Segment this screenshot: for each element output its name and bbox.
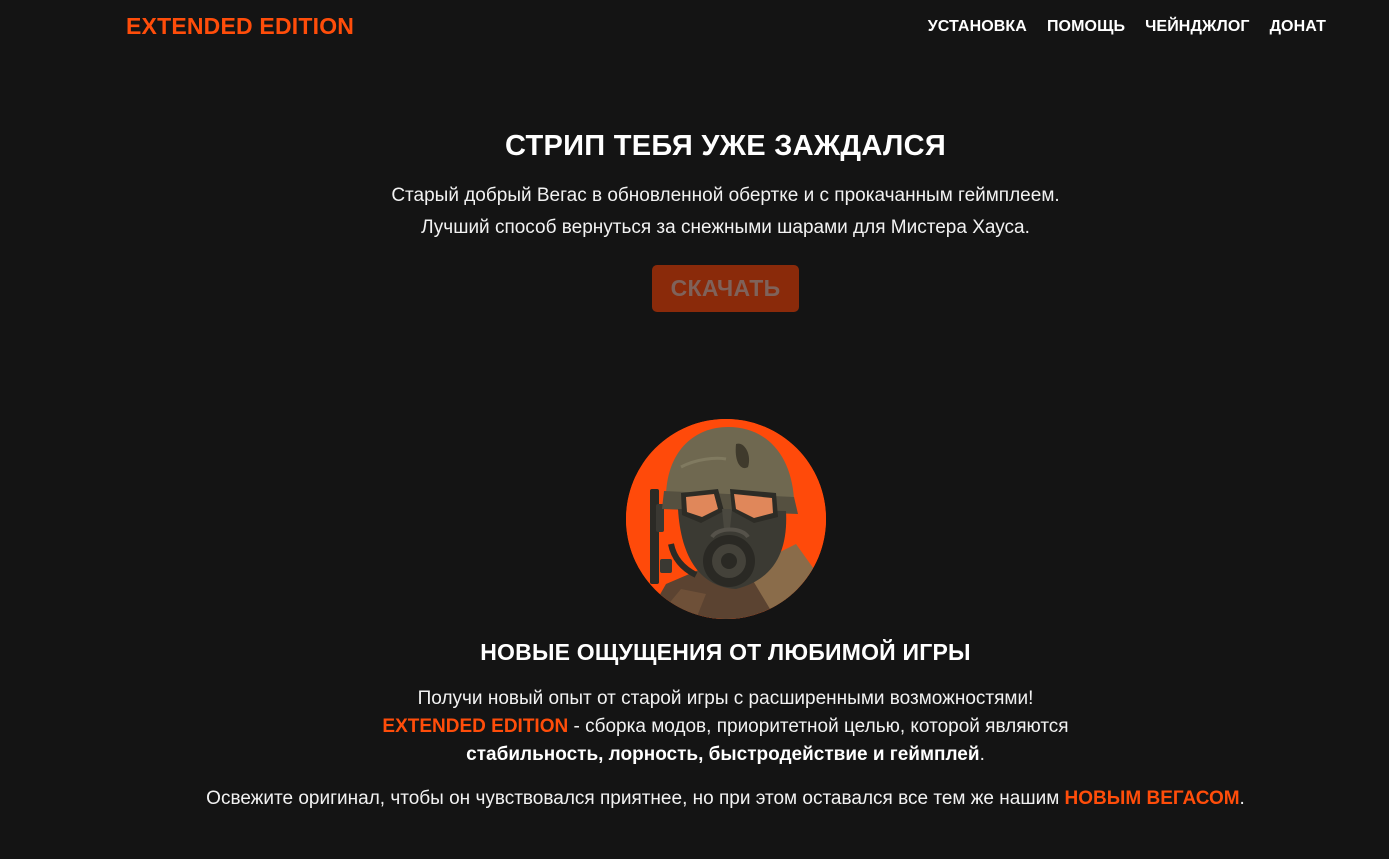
feature-line-2-text: - сборка модов, приоритетной целью, кото…	[568, 716, 1069, 737]
page: EXTENDED EDITION УСТАНОВКА ПОМОЩЬ ЧЕЙНДЖ…	[0, 0, 1389, 859]
feature-line-3-end: .	[979, 744, 985, 765]
hero-subtitle: Старый добрый Вегас в обновленной обертк…	[62, 180, 1389, 244]
site-logo[interactable]: EXTENDED EDITION	[126, 13, 354, 40]
feature-title: НОВЫЕ ОЩУЩЕНИЯ ОТ ЛЮБИМОЙ ИГРЫ	[480, 639, 971, 665]
feature-accent-name: EXTENDED EDITION	[382, 716, 569, 737]
feature-closing-end: .	[1239, 788, 1245, 809]
top-navigation-bar: EXTENDED EDITION УСТАНОВКА ПОМОЩЬ ЧЕЙНДЖ…	[0, 0, 1389, 56]
ranger-helmet-illustration	[626, 419, 826, 619]
feature-line-1: Получи новый опыт от старой игры с расши…	[417, 688, 1034, 709]
main-nav: УСТАНОВКА ПОМОЩЬ ЧЕЙНДЖЛОГ ДОНАТ	[928, 18, 1326, 36]
feature-closing-text: Освежите оригинал, чтобы он чувствовался…	[206, 788, 1065, 809]
feature-closing: Освежите оригинал, чтобы он чувствовался…	[62, 785, 1389, 813]
feature-section: НОВЫЕ ОЩУЩЕНИЯ ОТ ЛЮБИМОЙ ИГРЫ Получи но…	[0, 633, 1389, 813]
nav-link-help[interactable]: ПОМОЩЬ	[1047, 18, 1125, 36]
feature-highlights: стабильность, лорность, быстродействие и…	[466, 744, 980, 765]
feature-line-3: стабильность, лорность, быстродействие и…	[62, 741, 1389, 769]
feature-closing-accent: НОВЫМ ВЕГАСОМ	[1064, 788, 1240, 809]
hero-subtitle-line-2: Лучший способ вернуться за снежными шара…	[421, 217, 1030, 238]
nav-link-changelog[interactable]: ЧЕЙНДЖЛОГ	[1145, 18, 1249, 36]
hero-section: СТРИП ТЕБЯ УЖЕ ЗАЖДАЛСЯ Старый добрый Ве…	[0, 126, 1389, 312]
hero-title: СТРИП ТЕБЯ УЖЕ ЗАЖДАЛСЯ	[504, 130, 947, 162]
download-button[interactable]: СКАЧАТЬ	[652, 265, 799, 312]
feature-line-2: EXTENDED EDITION - сборка модов, приорит…	[62, 713, 1389, 741]
ranger-avatar-icon	[626, 419, 826, 619]
nav-link-install[interactable]: УСТАНОВКА	[928, 18, 1027, 36]
feature-description: Получи новый опыт от старой игры с расши…	[62, 685, 1389, 769]
hero-subtitle-line-1: Старый добрый Вегас в обновленной обертк…	[391, 185, 1060, 206]
nav-link-donate[interactable]: ДОНАТ	[1270, 18, 1326, 36]
